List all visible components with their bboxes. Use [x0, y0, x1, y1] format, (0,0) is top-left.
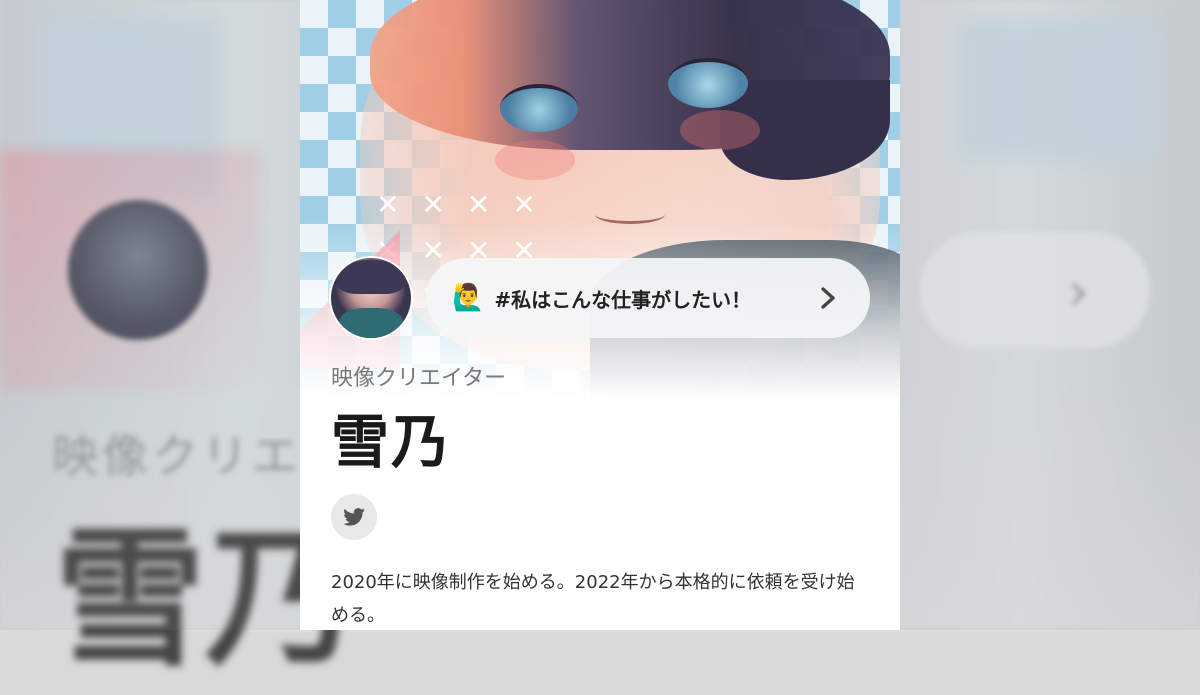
avatar-hair — [337, 260, 405, 294]
wish-link-button[interactable]: 🙋‍♂️ #私はこんな仕事がしたい！ — [426, 258, 870, 338]
profile-name: 雪乃 — [331, 408, 452, 476]
role-label: 映像クリエイター — [331, 366, 507, 391]
profile-bio: 2020年に映像制作を始める。2022年から本格的に依頼を受け始める。 — [331, 572, 855, 626]
avatar[interactable] — [331, 258, 411, 338]
avatar-scarf — [339, 308, 403, 338]
twitter-icon — [343, 508, 365, 526]
wish-link-label: #私はこんな仕事がしたい！ — [494, 287, 752, 312]
chevron-right-icon — [808, 278, 848, 318]
hero-fade-overlay — [300, 0, 900, 400]
hero-illustration: ✕✕✕✕✕✕✕✕✕✕✕✕ — [300, 0, 900, 400]
profile-card: ✕✕✕✕✕✕✕✕✕✕✕✕ 🙋‍♂️ #私はこんな仕事がしたい！ 映像クリエイター… — [300, 0, 900, 630]
twitter-link-button[interactable] — [331, 494, 377, 540]
person-raising-hand-icon: 🙋‍♂️ — [452, 283, 485, 313]
